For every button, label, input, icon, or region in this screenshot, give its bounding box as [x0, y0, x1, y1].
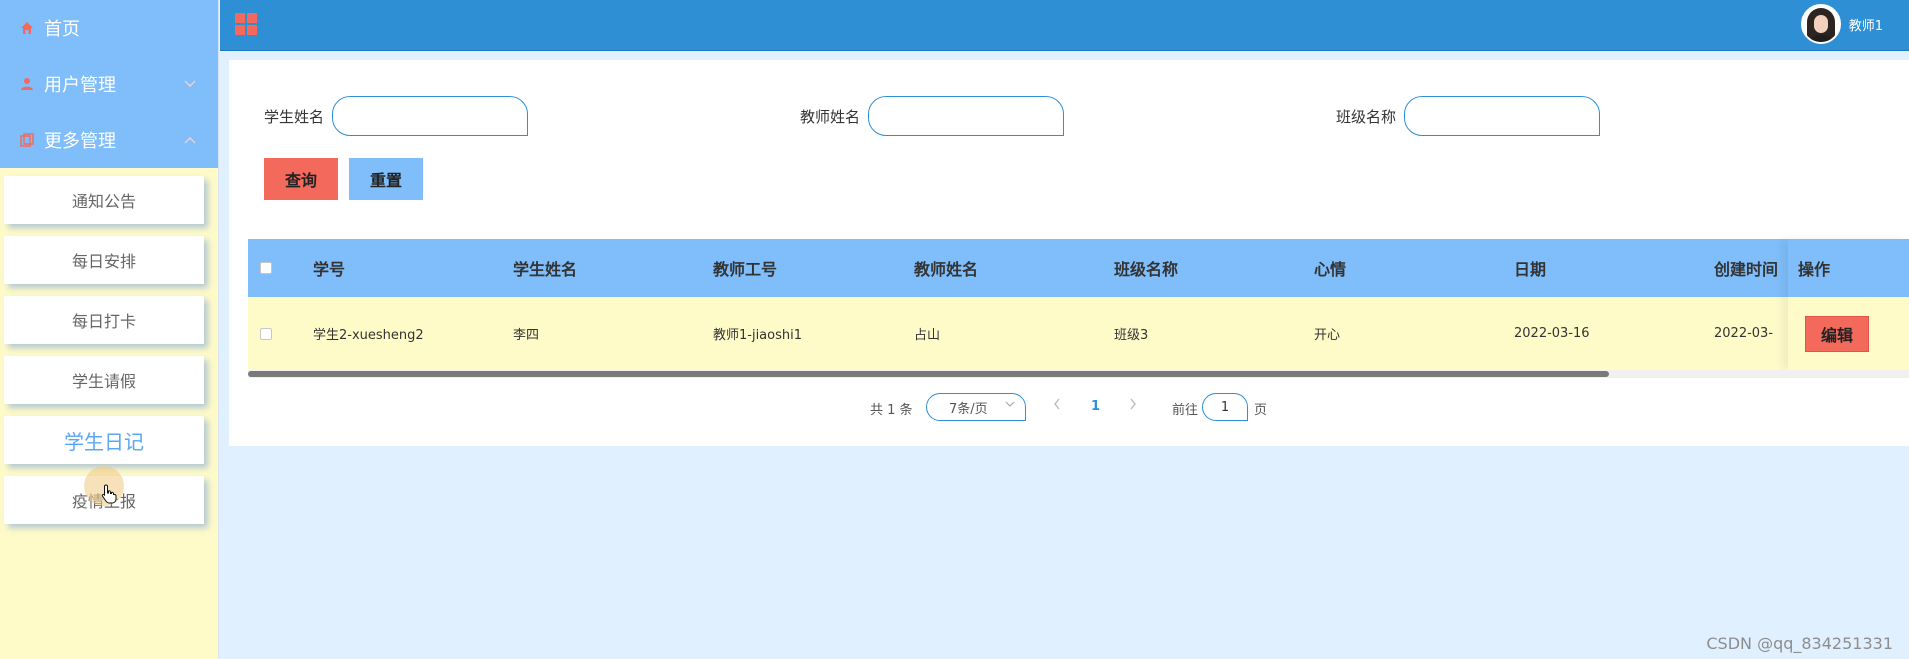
cell-teacher-no: 教师1-jiaoshi1 [713, 328, 803, 343]
sidebar-item-more-management[interactable]: 更多管理 [0, 112, 218, 168]
sidebar-item-label: 更多管理 [44, 131, 116, 152]
table-header: 学号 学生姓名 教师工号 教师姓名 班级名称 心情 日期 创建时间 [248, 239, 1909, 297]
horizontal-scrollbar[interactable] [248, 370, 1909, 378]
watermark: CSDN @qq_834251331 [1706, 634, 1893, 653]
operation-cell: 编辑 [1788, 297, 1909, 370]
sidebar-top-menu: 首页 用户管理 更多管理 [0, 0, 218, 168]
cell-date: 2022-03-16 [1514, 326, 1590, 341]
sidebar-item-label: 首页 [44, 19, 80, 40]
main-content: 学生姓名 教师姓名 班级名称 查询 重置 学号 学生姓名 教师工号 教师姓名 班… [229, 60, 1909, 446]
class-name-field: 班级名称 [1336, 96, 1601, 136]
column-header[interactable]: 学号 [313, 239, 345, 297]
teacher-name-input[interactable] [868, 96, 1065, 136]
column-header[interactable]: 学生姓名 [513, 239, 577, 297]
column-header[interactable]: 日期 [1514, 239, 1546, 297]
pagination: 共 1 条 7条/页 1 前往 1 页 [229, 393, 1909, 423]
column-header[interactable]: 教师工号 [713, 239, 777, 297]
sidebar: 首页 用户管理 更多管理 通知公告 每日安排 每日打卡 学生请假 学生日记 疫情… [0, 0, 219, 659]
sidebar-item-student-leave[interactable]: 学生请假 [4, 356, 204, 404]
chevron-up-icon [184, 133, 196, 147]
data-table: 学号 学生姓名 教师工号 教师姓名 班级名称 心情 日期 创建时间 学生2-xu… [248, 239, 1909, 378]
fixed-operation-column: 操作 编辑 [1788, 239, 1909, 370]
page-size-value: 7条/页 [949, 401, 988, 417]
next-page-icon[interactable] [1129, 398, 1137, 414]
column-header[interactable]: 创建时间 [1714, 239, 1778, 297]
prev-page-icon[interactable] [1053, 398, 1061, 414]
column-header-operation: 操作 [1788, 239, 1909, 297]
class-name-label: 班级名称 [1336, 107, 1397, 126]
pagination-total: 共 1 条 [870, 403, 913, 418]
cell-class-name: 班级3 [1114, 328, 1149, 343]
user-icon [18, 77, 36, 91]
sidebar-item-user-management[interactable]: 用户管理 [0, 56, 218, 112]
chevron-down-icon [184, 77, 196, 91]
sidebar-item-daily-checkin[interactable]: 每日打卡 [4, 296, 204, 344]
student-name-field: 学生姓名 [264, 96, 529, 136]
cell-student-name: 李四 [513, 328, 540, 343]
query-button[interactable]: 查询 [264, 158, 338, 200]
home-icon [18, 21, 36, 35]
column-header[interactable]: 教师姓名 [914, 239, 978, 297]
cell-created: 2022-03- [1714, 326, 1774, 341]
column-header[interactable]: 班级名称 [1114, 239, 1178, 297]
chevron-down-icon [1005, 400, 1015, 411]
class-name-input[interactable] [1404, 96, 1601, 136]
cell-student-no: 学生2-xuesheng2 [313, 328, 424, 343]
cell-teacher-name: 占山 [914, 328, 941, 343]
cell-mood: 开心 [1314, 328, 1341, 343]
top-bar: 教师1 [220, 0, 1909, 51]
page-unit-label: 页 [1254, 403, 1268, 418]
grid-menu-icon[interactable] [235, 13, 257, 35]
column-header[interactable]: 心情 [1314, 239, 1346, 297]
page-size-select[interactable]: 7条/页 [926, 393, 1026, 421]
teacher-name-field: 教师姓名 [800, 96, 1065, 136]
copy-icon [18, 133, 36, 147]
edit-button[interactable]: 编辑 [1805, 315, 1869, 352]
student-name-input[interactable] [332, 96, 529, 136]
table-row[interactable]: 学生2-xuesheng2 李四 教师1-jiaoshi1 占山 班级3 开心 … [248, 297, 1909, 370]
search-form: 学生姓名 教师姓名 班级名称 [229, 96, 1909, 136]
hand-cursor-icon [101, 484, 117, 509]
user-name: 教师1 [1848, 18, 1883, 34]
teacher-name-label: 教师姓名 [800, 107, 861, 126]
goto-page-input[interactable]: 1 [1202, 393, 1248, 421]
sidebar-item-home[interactable]: 首页 [0, 0, 218, 56]
scrollbar-thumb[interactable] [248, 371, 1609, 377]
sidebar-item-label: 用户管理 [44, 75, 116, 96]
sidebar-item-daily-schedule[interactable]: 每日安排 [4, 236, 204, 284]
sidebar-item-notice[interactable]: 通知公告 [4, 176, 204, 224]
user-profile[interactable]: 教师1 [1800, 4, 1883, 44]
page-number[interactable]: 1 [1091, 399, 1100, 414]
select-all-checkbox-cell [260, 239, 272, 297]
row-checkbox-cell [260, 297, 272, 370]
avatar[interactable] [1800, 4, 1841, 44]
sidebar-item-student-diary[interactable]: 学生日记 [4, 416, 204, 464]
select-all-checkbox[interactable] [260, 262, 272, 274]
row-checkbox[interactable] [260, 327, 272, 340]
goto-label: 前往 [1172, 403, 1199, 418]
student-name-label: 学生姓名 [264, 107, 325, 126]
reset-button[interactable]: 重置 [349, 158, 423, 200]
